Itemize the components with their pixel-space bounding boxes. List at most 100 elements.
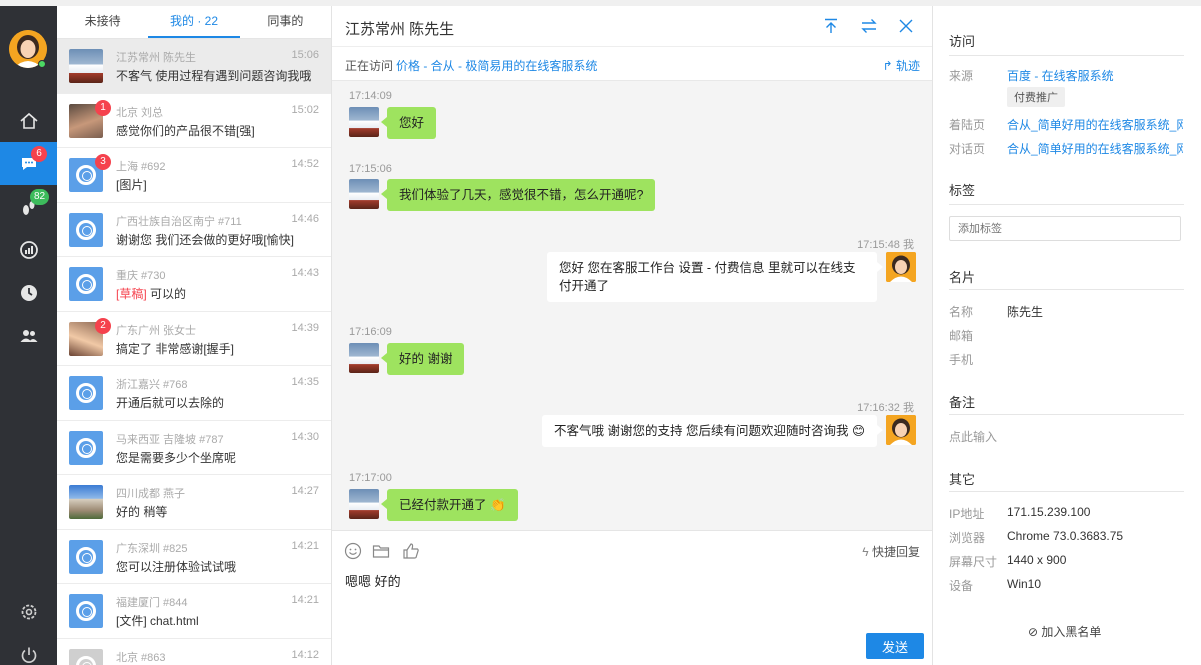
unread-badge: 1 — [95, 99, 111, 116]
send-button[interactable]: 发送 — [866, 633, 924, 659]
chrome-browser-icon — [69, 376, 103, 410]
folder-icon[interactable] — [372, 542, 390, 560]
team-icon[interactable] — [0, 314, 57, 357]
conversation-time: 14:21 — [291, 594, 319, 606]
landing-page-label: 着陆页 — [949, 118, 986, 132]
conversation-preview: 搞定了 非常感谢[握手] — [116, 340, 321, 357]
visitors-badge: 82 — [30, 189, 50, 205]
chrome-browser-icon — [69, 539, 103, 574]
preview-text: 不客气 使用过程有遇到问题咨询我哦 — [116, 69, 312, 83]
divider — [949, 55, 1184, 56]
tab-mine[interactable]: 我的 · 22 — [148, 6, 240, 38]
conversation-location: 上海 #692 — [116, 161, 166, 173]
stats-icon[interactable] — [0, 228, 57, 271]
conversation-preview: 谢谢您 我们还会做的更好哦[愉快] — [116, 231, 321, 248]
quick-reply-label: 快捷回复 — [871, 545, 920, 559]
message-input[interactable] — [345, 573, 905, 588]
conversation-item[interactable]: 江苏常州 陈先生 15:06 不客气 使用过程有遇到问题咨询我哦 — [57, 39, 331, 94]
block-icon: ⊘ — [1028, 625, 1042, 639]
track-label: 轨迹 — [895, 59, 920, 73]
conversation-preview: [草稿] 可以的 — [116, 285, 321, 302]
thumbs-up-icon[interactable] — [402, 542, 420, 560]
nav-rail: 6 82 — [0, 6, 57, 665]
conversation-item[interactable]: 北京 #863 14:12 — [57, 639, 331, 665]
transfer-icon[interactable] — [860, 17, 878, 35]
composer: ϟ 快捷回复 发送 — [332, 530, 932, 665]
message-timestamp: 17:16:32 我 — [857, 399, 914, 415]
card-section-title: 名片 — [949, 270, 976, 285]
blacklist-button[interactable]: ⊘ 加入黑名单 — [1028, 623, 1101, 640]
email-label: 邮箱 — [949, 329, 974, 343]
conversation-item[interactable]: 上海 #692 14:52 [图片] 3 — [57, 148, 331, 203]
phone-label: 手机 — [949, 353, 974, 367]
screen-size-value: 1440 x 900 — [1007, 553, 1067, 567]
quick-reply-button[interactable]: ϟ 快捷回复 — [862, 543, 920, 560]
visit-section-title: 访问 — [949, 34, 976, 49]
visiting-bar: 正在访问 价格 - 合从 - 极简易用的在线客服系统 ↱ 轨迹 — [332, 47, 932, 81]
home-icon[interactable] — [0, 99, 57, 142]
preview-text: 您是需要多少个坐席呢 — [116, 450, 237, 465]
message-sender: 我 — [903, 239, 914, 251]
dialog-page-link[interactable]: 合从_简单好用的在线客服系统_网... — [1007, 140, 1183, 157]
other-section-title: 其它 — [949, 472, 976, 487]
tags-section-title: 标签 — [949, 183, 976, 198]
conversation-time: 14:30 — [291, 430, 319, 443]
message-time: 17:16:32 — [857, 402, 900, 414]
landing-page-link[interactable]: 合从_简单好用的在线客服系统_网... — [1007, 116, 1183, 133]
conversation-item[interactable]: 广西壮族自治区南宁 #711 14:46 谢谢您 我们还会做的更好哦[愉快] — [57, 203, 331, 257]
conversation-item[interactable]: 北京 刘总 15:02 感觉你们的产品很不错[强] 1 — [57, 94, 331, 148]
conversation-item[interactable]: 四川成都 燕子 14:27 好的 稍等 — [57, 475, 331, 530]
draft-label: [草稿] — [116, 287, 147, 301]
preview-text: 感觉你们的产品很不错[强] — [116, 123, 255, 138]
app-window: 6 82 未接待 我的 · 22 同事的 江苏常州 陈先生 15:06 不客气 使用… — [0, 6, 1201, 665]
conversation-item[interactable]: 马来西亚 吉隆坡 #787 14:30 您是需要多少个坐席呢 — [57, 421, 331, 475]
visitor-message: 您好 — [380, 107, 437, 139]
visiting-page-link[interactable]: 价格 - 合从 - 极简易用的在线客服系统 — [396, 57, 597, 74]
conversation-time: 15:02 — [291, 103, 319, 116]
conversation-time: 14:12 — [291, 648, 319, 661]
conversation-item[interactable]: 广东广州 张女士 14:39 搞定了 非常感谢[握手] 2 — [57, 312, 331, 366]
conversation-location: 江苏常州 陈先生 — [116, 52, 197, 64]
power-icon[interactable] — [0, 633, 57, 665]
visitor-message: 我们体验了几天，感觉很不错，怎么开通呢? — [380, 179, 656, 211]
close-icon[interactable] — [897, 17, 915, 35]
conversation-list: 江苏常州 陈先生 15:06 不客气 使用过程有遇到问题咨询我哦 北京 刘总 15:02… — [57, 39, 331, 665]
online-status-dot — [38, 60, 46, 68]
conversation-time: 14:52 — [291, 158, 319, 170]
visitor-message: 已经付款开通了 👏 — [381, 489, 518, 521]
chrome-browser-icon — [69, 648, 103, 665]
conversation-item[interactable]: 广东深圳 #825 14:21 您可以注册体验试试哦 — [57, 530, 331, 584]
visitors-icon[interactable]: 82 — [0, 185, 57, 228]
emoji-icon[interactable] — [344, 542, 362, 560]
message-time: 17:15:48 — [857, 239, 900, 251]
gear-icon[interactable] — [0, 590, 57, 633]
conversation-item[interactable]: 福建厦门 #844 14:21 [文件] chat.html — [57, 584, 331, 639]
name-value[interactable]: 陈先生 — [1007, 303, 1043, 320]
note-input[interactable]: 点此输入 — [949, 428, 997, 445]
history-icon[interactable] — [0, 271, 57, 314]
tab-unserved[interactable]: 未接待 — [57, 6, 148, 38]
conversation-time: 15:06 — [291, 49, 319, 61]
chat-icon[interactable]: 6 — [0, 142, 57, 185]
chrome-browser-icon — [69, 594, 103, 628]
preview-text: 开通后就可以去除的 — [116, 396, 225, 410]
conversation-preview: 您是需要多少个坐席呢 — [116, 449, 321, 466]
tab-colleagues[interactable]: 同事的 — [240, 6, 331, 38]
conversation-item[interactable]: 浙江嘉兴 #768 14:35 开通后就可以去除的 — [57, 366, 331, 421]
conversation-time: 14:27 — [291, 485, 319, 497]
conversation-location: 广西壮族自治区南宁 #711 — [116, 215, 242, 228]
source-value[interactable]: 百度 - 在线客服系统 — [1007, 67, 1114, 84]
conversation-time: 14:39 — [291, 321, 319, 334]
tag-input[interactable] — [949, 216, 1181, 241]
visiting-label: 正在访问 — [345, 59, 394, 73]
message-timestamp: 17:15:06 — [349, 163, 392, 175]
conversation-preview: 感觉你们的产品很不错[强] — [116, 122, 321, 139]
visitor-avatar — [349, 489, 379, 519]
pin-top-icon[interactable] — [822, 17, 840, 35]
conversation-item[interactable]: 重庆 #730 14:43 [草稿] 可以的 — [57, 257, 331, 312]
visitor-avatar — [69, 485, 103, 519]
conversation-location: 北京 #863 — [116, 651, 166, 664]
message-timestamp: 17:14:09 — [349, 90, 392, 102]
track-link[interactable]: ↱ 轨迹 — [883, 57, 920, 74]
preview-text: 搞定了 非常感谢[握手] — [116, 341, 235, 356]
